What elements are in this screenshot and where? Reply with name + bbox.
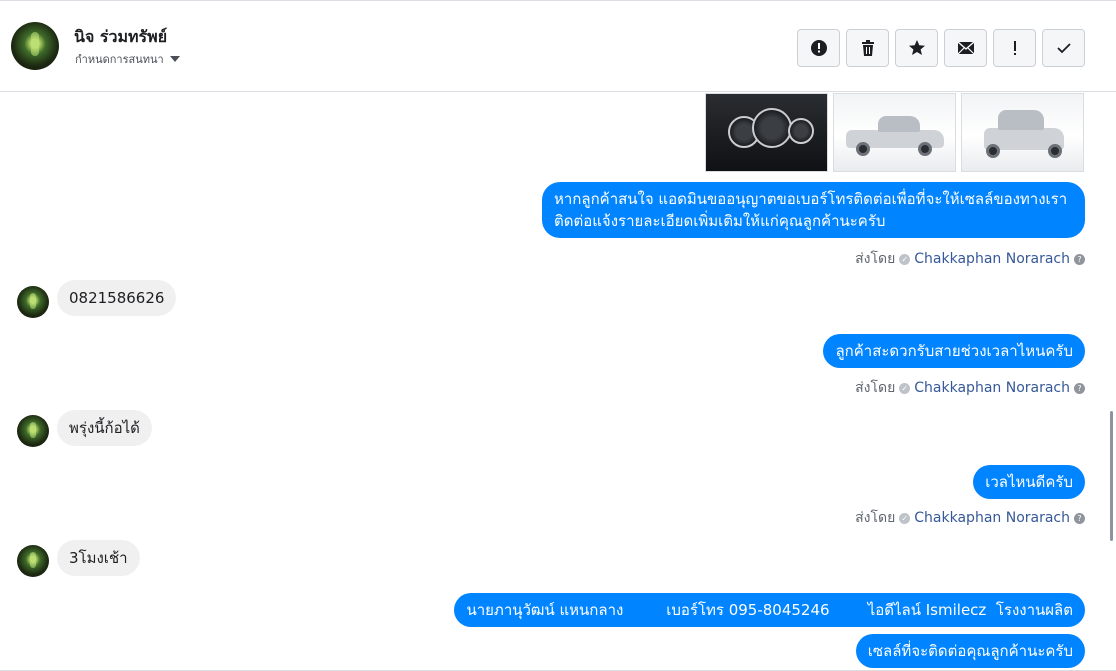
- outgoing-message[interactable]: นายภานุวัฒน์ แหนกลาง เบอร์โทร 095-804524…: [454, 593, 1085, 627]
- sent-by-line: ส่งโดย ✓ Chakkaphan Norarach ?: [855, 248, 1085, 270]
- sender-name-link[interactable]: Chakkaphan Norarach: [914, 251, 1070, 267]
- verified-icon: ✓: [899, 512, 911, 524]
- conversation-toolbar: [797, 29, 1085, 67]
- verified-icon: ✓: [899, 253, 911, 265]
- inbox-conversation-window: นิจ ร่วมทรัพย์ กำหนดการสนทนา หากลูกค้าสน…: [0, 0, 1116, 671]
- contact-avatar[interactable]: [17, 415, 49, 447]
- incoming-message[interactable]: พรุ่งนี้ก้อได้: [57, 410, 152, 446]
- contact-name[interactable]: นิจ ร่วมทรัพย์: [74, 25, 167, 50]
- caret-down-icon: [169, 56, 180, 62]
- outgoing-message[interactable]: เวลไหนดีครับ: [973, 465, 1085, 499]
- wheel-shape: [986, 144, 1000, 158]
- incoming-message[interactable]: 3โมงเช้า: [57, 540, 140, 576]
- sent-by-line: ส่งโดย ✓ Chakkaphan Norarach ?: [855, 377, 1085, 399]
- exclamation-circle-icon: [810, 40, 827, 56]
- message-text-line: ติดต่อแจ้งรายละเอียดเพิ่มเติมให้แก่คุณลู…: [554, 212, 886, 230]
- assign-conversation-label: กำหนดการสนทนา: [75, 53, 164, 66]
- delete-button[interactable]: [846, 29, 889, 67]
- sent-by-line: ส่งโดย ✓ Chakkaphan Norarach ?: [855, 507, 1085, 529]
- exclamation-icon: [1013, 41, 1016, 55]
- attachment-image-truck-rear[interactable]: [961, 93, 1084, 172]
- attachment-images: [705, 93, 1084, 172]
- envelope-icon: [957, 41, 974, 55]
- gauge-shape: [788, 118, 814, 144]
- truck-cab-shape: [878, 116, 920, 132]
- truck-cab-shape: [998, 110, 1044, 130]
- verified-icon: ✓: [899, 382, 911, 394]
- sender-name-link[interactable]: Chakkaphan Norarach: [914, 380, 1070, 396]
- sent-by-label: ส่งโดย: [855, 251, 896, 267]
- message-text-line: หากลูกค้าสนใจ แอดมินขออนุญาตขอเบอร์โทรติ…: [554, 190, 1068, 208]
- help-icon[interactable]: ?: [1074, 253, 1085, 265]
- contact-avatar[interactable]: [11, 22, 59, 70]
- incoming-message[interactable]: 0821586626: [57, 280, 177, 316]
- outgoing-message[interactable]: ลูกค้าสะดวกรับสายช่วงเวลาไหนครับ: [823, 334, 1085, 368]
- trash-icon: [861, 40, 874, 56]
- sent-by-label: ส่งโดย: [855, 510, 896, 526]
- assign-conversation-dropdown[interactable]: กำหนดการสนทนา: [75, 50, 180, 68]
- outgoing-message[interactable]: หากลูกค้าสนใจ แอดมินขออนุญาตขอเบอร์โทรติ…: [542, 182, 1085, 238]
- mark-done-button[interactable]: [1042, 29, 1085, 67]
- outgoing-message[interactable]: เซลล์ที่จะติดต่อคุณลูกค้านะครับ: [855, 634, 1085, 668]
- gauge-shape: [752, 108, 792, 148]
- message-thread: หากลูกค้าสนใจ แอดมินขออนุญาตขอเบอร์โทรติ…: [0, 93, 1108, 670]
- attachment-image-truck-side[interactable]: [833, 93, 956, 172]
- sender-name-link[interactable]: Chakkaphan Norarach: [914, 510, 1070, 526]
- contact-avatar[interactable]: [17, 286, 49, 318]
- thread-scrollbar[interactable]: [1110, 411, 1113, 541]
- mark-unread-button[interactable]: [944, 29, 987, 67]
- star-button[interactable]: [895, 29, 938, 67]
- contact-avatar[interactable]: [17, 545, 49, 577]
- wheel-shape: [1048, 144, 1062, 158]
- follow-up-button[interactable]: [993, 29, 1036, 67]
- conversation-header: นิจ ร่วมทรัพย์ กำหนดการสนทนา: [0, 1, 1116, 92]
- wheel-shape: [918, 142, 932, 156]
- report-spam-button[interactable]: [797, 29, 840, 67]
- check-icon: [1056, 43, 1071, 54]
- attachment-image-dashboard[interactable]: [705, 93, 828, 172]
- star-icon: [908, 40, 925, 55]
- sent-by-label: ส่งโดย: [855, 380, 896, 396]
- wheel-shape: [856, 142, 870, 156]
- help-icon[interactable]: ?: [1074, 382, 1085, 394]
- help-icon[interactable]: ?: [1074, 512, 1085, 524]
